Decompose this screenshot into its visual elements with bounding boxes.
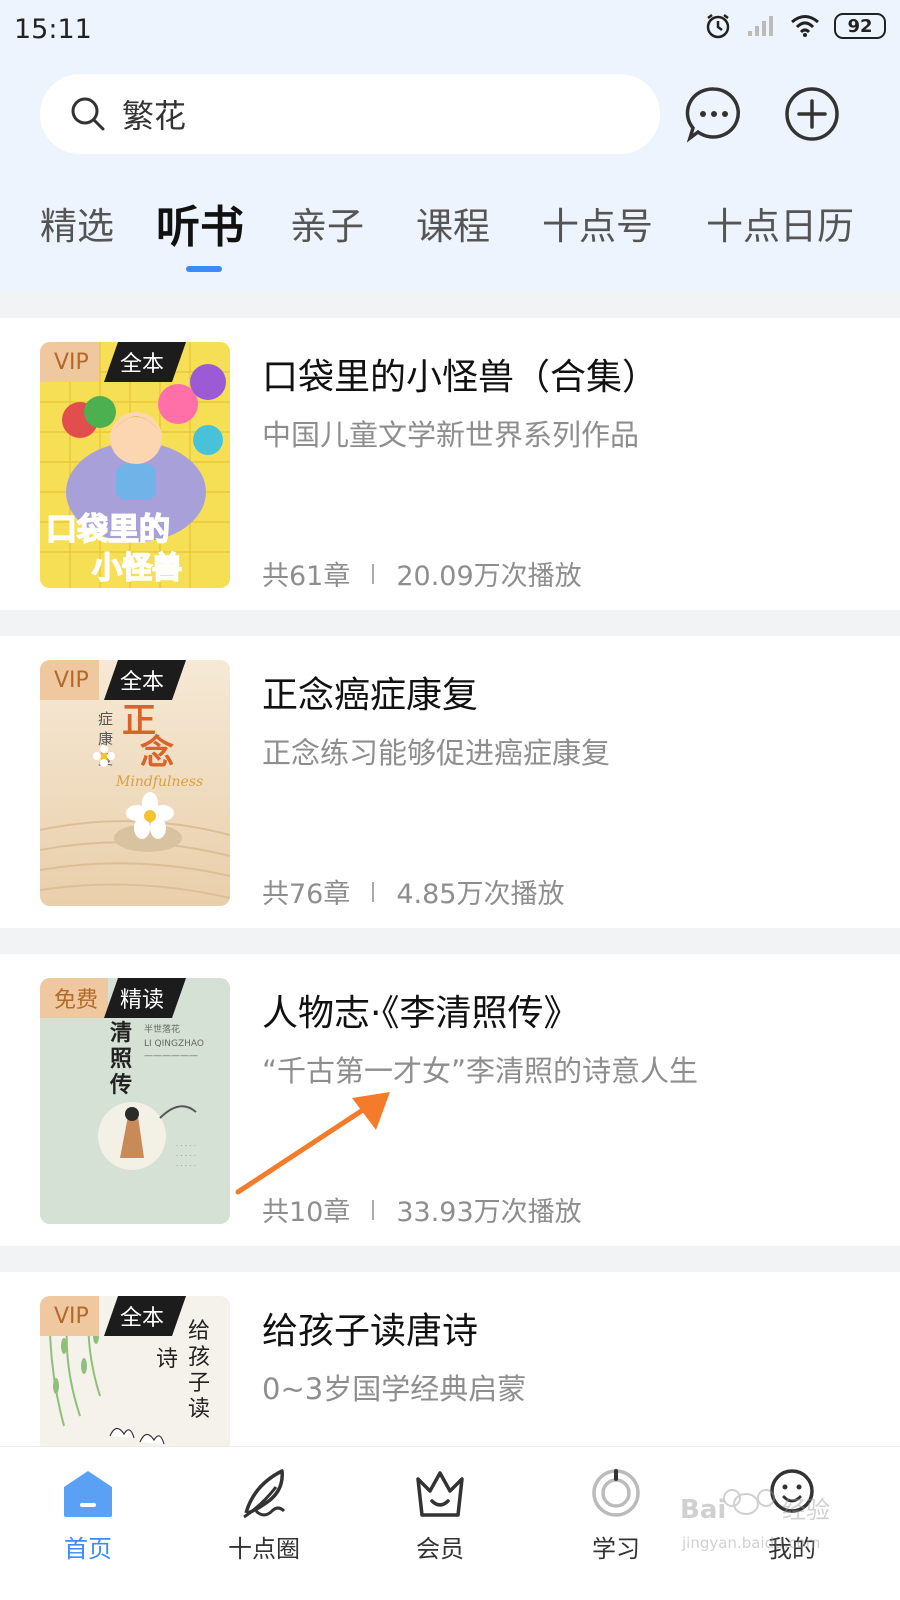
battery-indicator: 92 — [834, 13, 886, 39]
book-title: 正念癌症康复 — [262, 675, 479, 716]
active-tab-indicator — [186, 266, 222, 272]
nav-label: 首页 — [64, 1535, 112, 1563]
svg-text:诗: 诗 — [156, 1347, 178, 1372]
book-card[interactable]: 口袋里的 小怪兽 VIP 全本 口袋里的小怪兽（合集） 中国儿童文学新世界系列作… — [0, 318, 900, 610]
nav-label: 十点圈 — [228, 1535, 300, 1563]
search-icon — [71, 97, 105, 131]
tab-shidian-account[interactable]: 十点号 — [542, 196, 653, 250]
nav-study[interactable]: 学习 — [556, 1465, 676, 1564]
book-card[interactable]: 正 念 症 康 复 Mindfulness VIP 全本 正念癌症康复 正念练习… — [0, 636, 900, 928]
vip-badge: VIP — [40, 1296, 99, 1336]
feather-icon — [243, 1469, 286, 1519]
status-time: 15:11 — [14, 14, 92, 45]
book-cover: 清 照 传 半世落花 LI QINGZHAO —————— · · · · · · ·… — [40, 978, 230, 1224]
nav-label: 学习 — [592, 1535, 640, 1563]
book-cover: 正 念 症 康 复 Mindfulness VIP 全本 — [40, 660, 230, 906]
category-tabs: 精选 听书 亲子 课程 十点号 十点日历 — [0, 196, 900, 276]
study-icon — [592, 1469, 640, 1517]
vip-badge: VIP — [40, 660, 99, 700]
search-query: 繁花 — [122, 97, 187, 135]
book-description: 正念练习能够促进癌症康复 — [262, 736, 611, 770]
tab-courses[interactable]: 课程 — [416, 196, 490, 250]
svg-text:——————: —————— — [144, 1051, 198, 1061]
book-description: 中国儿童文学新世界系列作品 — [262, 418, 640, 452]
wifi-icon — [791, 15, 819, 37]
svg-text:孩: 孩 — [188, 1345, 210, 1370]
intensive-reading-badge: 精读 — [104, 978, 186, 1018]
svg-text:清: 清 — [110, 1020, 132, 1046]
svg-text:症: 症 — [98, 710, 113, 728]
book-title: 给孩子读唐诗 — [262, 1311, 479, 1352]
tab-parenting[interactable]: 亲子 — [290, 196, 364, 250]
svg-text:· · · · ·: · · · · · — [176, 1152, 196, 1160]
book-cover: 给 孩 子 读 诗 VIP 全本 — [40, 1296, 230, 1446]
svg-text:子: 子 — [188, 1371, 210, 1396]
full-badge: 全本 — [104, 660, 186, 700]
status-icons: 92 — [704, 12, 886, 40]
svg-text:jingyan.baidu.com: jingyan.baidu.com — [681, 1534, 820, 1552]
book-card[interactable]: 清 照 传 半世落花 LI QINGZHAO —————— · · · · · · ·… — [0, 954, 900, 1246]
svg-text:LI QINGZHAO: LI QINGZHAO — [144, 1039, 204, 1049]
chapter-count: 共61章 — [262, 561, 351, 592]
signal-icon — [748, 16, 773, 36]
svg-text:Bai: Bai — [680, 1495, 726, 1525]
search-box[interactable]: 繁花 — [40, 74, 660, 154]
play-count: 33.93万次播放 — [396, 1197, 582, 1228]
nav-home[interactable]: 首页 — [28, 1465, 148, 1564]
book-title: 人物志·《李清照传》 — [262, 993, 580, 1034]
message-icon[interactable] — [684, 84, 744, 144]
play-count: 4.85万次播放 — [396, 879, 565, 910]
book-title: 口袋里的小怪兽（合集） — [262, 357, 659, 398]
tab-shidian-calendar[interactable]: 十点日历 — [706, 196, 854, 250]
stats-divider — [372, 881, 375, 902]
full-badge: 全本 — [104, 1296, 186, 1336]
svg-text:· · · · ·: · · · · · — [176, 1162, 196, 1170]
svg-text:小怪兽: 小怪兽 — [92, 551, 182, 586]
svg-text:传: 传 — [109, 1072, 132, 1098]
stats-divider — [372, 563, 375, 584]
svg-text:· · · · ·: · · · · · — [176, 1142, 196, 1150]
svg-text:口袋里的: 口袋里的 — [46, 512, 170, 548]
alarm-icon — [706, 14, 730, 39]
play-count: 20.09万次播放 — [396, 561, 582, 592]
free-badge: 免费 — [40, 978, 109, 1018]
chapter-count: 共76章 — [262, 879, 351, 910]
annotation-arrow-icon — [235, 1092, 390, 1195]
book-card[interactable]: 给 孩 子 读 诗 VIP 全本 给孩子读唐诗 0~3岁国学经典启蒙 — [0, 1272, 900, 1446]
home-icon — [64, 1471, 112, 1517]
svg-text:Mindfulness: Mindfulness — [115, 774, 203, 790]
svg-text:半世落花: 半世落花 — [144, 1023, 180, 1035]
add-icon[interactable] — [782, 84, 842, 144]
baidu-jingyan-watermark-icon: Bai 经验 jingyan.baidu.com — [680, 1489, 830, 1552]
svg-text:念: 念 — [140, 733, 174, 773]
stats-divider — [372, 1199, 375, 1220]
status-bar: 15:11 92 — [0, 0, 900, 62]
book-description: 0~3岁国学经典启蒙 — [262, 1372, 527, 1406]
nav-membership[interactable]: 会员 — [380, 1465, 500, 1564]
tab-featured[interactable]: 精选 — [40, 196, 114, 250]
svg-text:读: 读 — [188, 1397, 210, 1422]
vip-badge: VIP — [40, 342, 99, 382]
svg-text:给: 给 — [188, 1319, 210, 1344]
nav-circle[interactable]: 十点圈 — [204, 1465, 324, 1564]
book-stats: 共61章 20.09万次播放 — [262, 554, 582, 593]
tab-audiobooks[interactable]: 听书 — [156, 191, 244, 255]
svg-text:经验: 经验 — [782, 1496, 830, 1524]
book-cover: 口袋里的 小怪兽 VIP 全本 — [40, 342, 230, 588]
nav-label: 会员 — [416, 1535, 464, 1563]
svg-text:照: 照 — [110, 1046, 132, 1072]
crown-icon — [416, 1471, 464, 1517]
book-stats: 共76章 4.85万次播放 — [262, 872, 564, 911]
full-badge: 全本 — [104, 342, 186, 382]
